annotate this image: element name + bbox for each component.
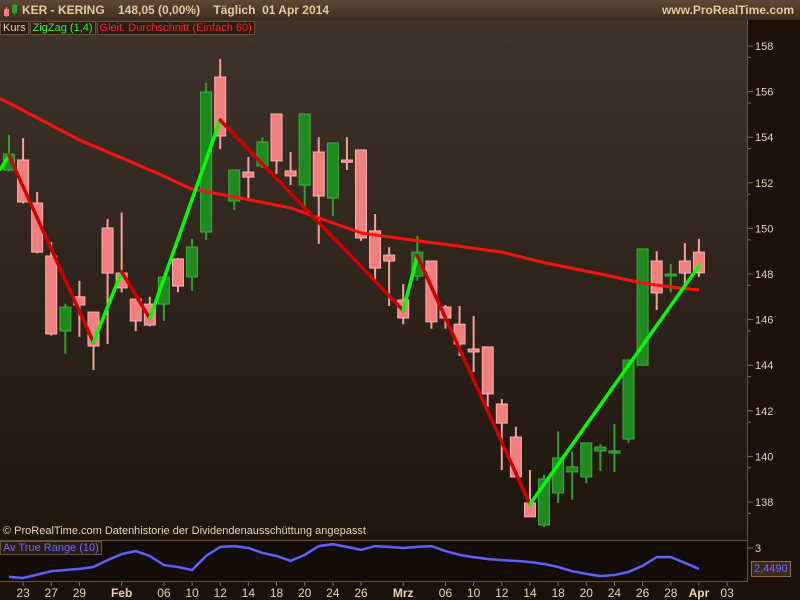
y-tick-label: 148 (755, 269, 773, 281)
candle-body (298, 113, 311, 186)
y-tick-label: 152 (755, 178, 773, 190)
candle[interactable] (355, 149, 367, 241)
data-footnote: © ProRealTime.com Datenhistorie der Divi… (3, 525, 366, 537)
y-tick-label: 140 (755, 451, 773, 463)
candle-body (355, 149, 367, 239)
y-tick-label: 138 (755, 497, 773, 509)
candle-body (59, 306, 72, 332)
y-tick-label: 158 (755, 41, 773, 53)
x-tick-label: 03 (720, 586, 734, 600)
candle-body (383, 254, 396, 262)
y-tick-label: 142 (755, 406, 773, 418)
candle-body (467, 348, 480, 353)
candle-body (608, 450, 621, 454)
x-tick-label: 10 (467, 586, 481, 600)
x-tick-label: Feb (111, 586, 132, 600)
x-tick-label: 12 (495, 586, 509, 600)
candle-body (171, 258, 184, 287)
x-tick-label: 06 (157, 586, 171, 600)
candle-body (340, 159, 353, 163)
x-tick-label: Mrz (393, 586, 414, 600)
candle-body (481, 346, 494, 395)
candle-body (101, 227, 114, 274)
x-tick-label: 27 (45, 586, 59, 600)
legend-zigzag[interactable]: ZigZag (1,4) (29, 21, 96, 35)
x-tick-label: 12 (214, 586, 228, 600)
x-tick-label: 14 (523, 586, 537, 600)
x-tick-label: 26 (636, 586, 650, 600)
candle-body (312, 151, 325, 197)
atr-axis-label: 3 (755, 543, 761, 555)
x-tick-label: 24 (608, 586, 622, 600)
x-tick-label: 10 (185, 586, 199, 600)
y-tick-label: 150 (755, 223, 773, 235)
legend-kurs[interactable]: Kurs (0, 21, 29, 35)
candle-body (566, 466, 579, 473)
x-tick-label: 23 (16, 586, 30, 600)
x-tick-label: 06 (439, 586, 453, 600)
x-tick-label: 18 (270, 586, 284, 600)
x-tick-label: 20 (298, 586, 312, 600)
candle-body (495, 403, 508, 424)
x-tick-label: 18 (551, 586, 565, 600)
y-tick-label: 144 (755, 360, 773, 372)
x-tick-label: 29 (73, 586, 87, 600)
candle-body (594, 446, 607, 452)
candle-body (242, 171, 255, 178)
x-tick-label: 26 (354, 586, 368, 600)
candle-body (45, 255, 58, 335)
atr-legend[interactable]: Av True Range (10) (0, 541, 102, 555)
candle-body (678, 260, 691, 274)
y-tick-label: 146 (755, 315, 773, 327)
indicator-legend: Kurs ZigZag (1,4) Gleit. Durchschnitt (E… (0, 21, 256, 35)
legend-moving-average[interactable]: Gleit. Durchschnitt (Einfach 60) (96, 21, 255, 35)
candle[interactable] (580, 442, 593, 484)
candle-body (270, 113, 283, 162)
x-tick-label: 24 (326, 586, 340, 600)
candle-body (650, 260, 663, 294)
x-tick-label: 28 (664, 586, 678, 600)
y-tick-label: 154 (755, 132, 773, 144)
candle-body (186, 246, 199, 278)
candle-body (580, 442, 593, 478)
x-tick-label: 20 (580, 586, 594, 600)
price-chart[interactable]: 138 140 142 144 146 148 150 152 154 156 158 3 23 27 29… (0, 0, 800, 600)
x-tick-label: Apr (689, 586, 710, 600)
y-tick-label: 156 (755, 87, 773, 99)
x-tick-label: 14 (242, 586, 256, 600)
candle-body (664, 273, 677, 277)
atr-current-value: 2,4490 (751, 561, 791, 577)
candle-body (284, 170, 297, 177)
candle-body (326, 142, 339, 199)
